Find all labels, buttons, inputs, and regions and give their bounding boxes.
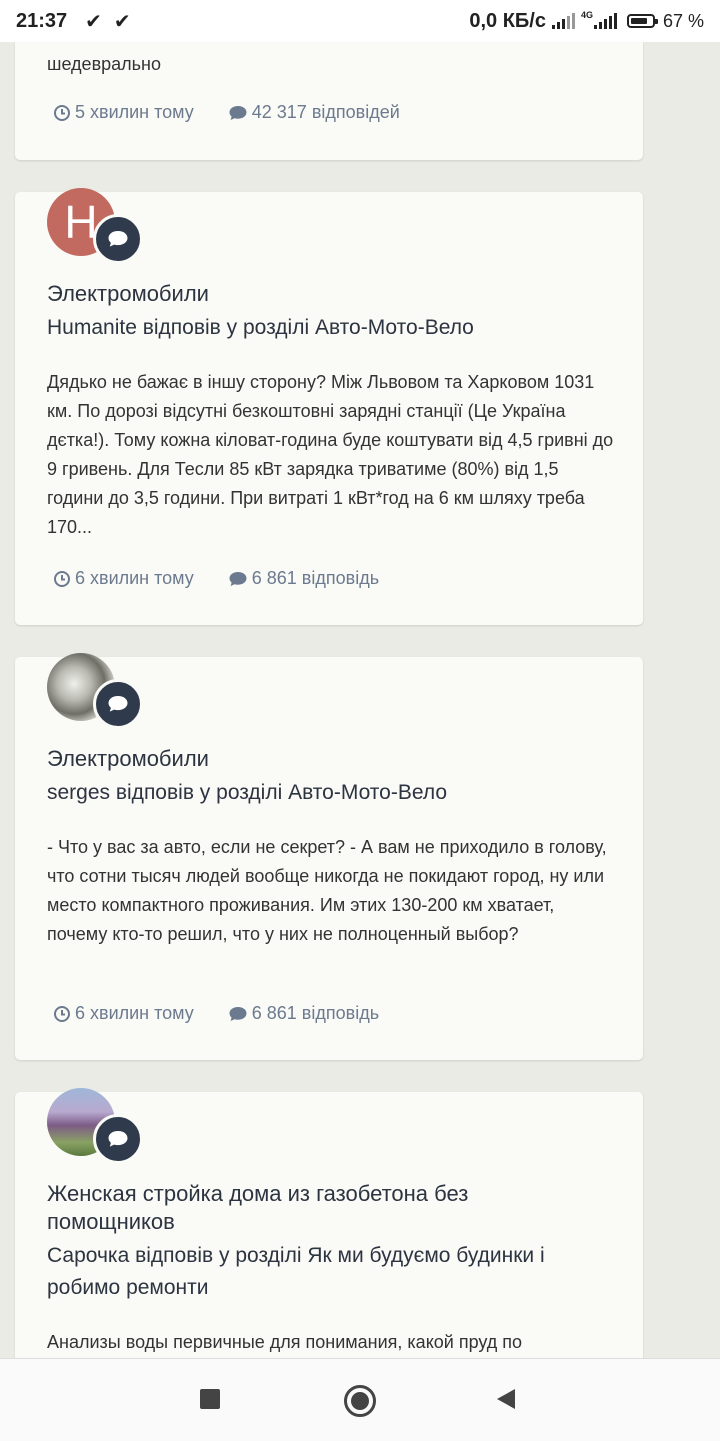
check-notification-icon: ✔ [85, 10, 102, 33]
reply-count: 42 317 відповідей [251, 102, 400, 122]
comment-icon [229, 571, 247, 586]
feed-card[interactable]: Женская стройка дома из газобетона без п… [15, 1088, 643, 1382]
recents-button[interactable] [198, 1387, 222, 1411]
cell-signal-icon [593, 13, 617, 29]
post-time: 5 хвилин тому [75, 102, 194, 122]
post-meta: 6 хвилин тому 6 861 відповідь [53, 568, 413, 589]
comment-icon [108, 1131, 128, 1147]
wifi-signal-icon [551, 13, 575, 29]
reply-count: 6 861 відповідь [251, 568, 380, 588]
feed-card[interactable]: Электромобили serges відповів у розділі … [15, 653, 643, 1060]
post-excerpt: Дядько не бажає в іншу сторону? Між Льво… [47, 372, 614, 537]
comment-icon [108, 231, 128, 247]
check-notification-icon: ✔ [113, 10, 131, 33]
post-excerpt: Анализы воды первичные для понимания, ка… [47, 1332, 523, 1352]
feed-card[interactable]: H Электромобили Humanite відповів у розд… [15, 188, 643, 625]
thread-title[interactable]: Электромобили [47, 280, 611, 308]
system-nav-bar [0, 1358, 720, 1441]
comment-icon [229, 105, 247, 120]
back-button[interactable] [494, 1387, 518, 1411]
clock-icon [54, 570, 70, 587]
home-button[interactable] [342, 1383, 378, 1419]
post-time: 6 хвилин тому [75, 568, 194, 588]
post-time: 6 хвилин тому [75, 1003, 194, 1023]
replies-meta[interactable]: 6 861 відповідь [228, 568, 379, 589]
reply-summary[interactable]: Humanite відповів у розділі Авто-Мото-Ве… [47, 312, 611, 344]
thread-title[interactable]: Женская стройка дома из газобетона без п… [47, 1180, 543, 1236]
time-meta: 6 хвилин тому [53, 1003, 194, 1024]
time-meta: 5 хвилин тому [53, 102, 194, 123]
post-excerpt: шедеврально [47, 54, 161, 74]
comment-badge [93, 679, 143, 729]
replies-meta[interactable]: 42 317 відповідей [228, 102, 400, 123]
feed-card[interactable]: шедеврально 5 хвилин тому 42 317 відпові… [15, 42, 643, 160]
avatar-group[interactable]: H [47, 188, 147, 268]
post-meta: 5 хвилин тому 42 317 відповідей [53, 102, 434, 123]
clock-icon [54, 104, 70, 121]
clock-icon [54, 1005, 70, 1022]
post-meta: 6 хвилин тому 6 861 відповідь [53, 1003, 413, 1024]
back-triangle-icon [497, 1389, 515, 1409]
battery-icon [626, 14, 658, 28]
net-speed: 0,0 КБ/с [469, 9, 546, 32]
avatar-group[interactable] [47, 653, 147, 733]
reply-summary[interactable]: serges відповів у розділі Авто-Мото-Вело [47, 777, 611, 809]
comment-icon [229, 1006, 247, 1021]
comment-badge [93, 214, 143, 264]
thread-title[interactable]: Электромобили [47, 745, 611, 773]
time-meta: 6 хвилин тому [53, 568, 194, 589]
home-circle-icon [344, 1385, 376, 1417]
clock: 21:37 [16, 9, 68, 32]
post-excerpt: - Что у вас за авто, если не секрет? - А… [47, 837, 607, 944]
comment-icon [108, 696, 128, 712]
avatar-group[interactable] [47, 1088, 147, 1168]
battery-level: 67 % [662, 10, 704, 31]
comment-badge [93, 1114, 143, 1164]
reply-count: 6 861 відповідь [251, 1003, 380, 1023]
replies-meta[interactable]: 6 861 відповідь [228, 1003, 379, 1024]
status-bar: 21:37 ✔ ✔ 0,0 КБ/с 4G 67 % [0, 0, 720, 42]
recents-square-icon [200, 1389, 220, 1409]
reply-summary[interactable]: Сарочка відповів у розділі Як ми будуємо… [47, 1240, 603, 1304]
network-type: 4G [580, 10, 593, 20]
